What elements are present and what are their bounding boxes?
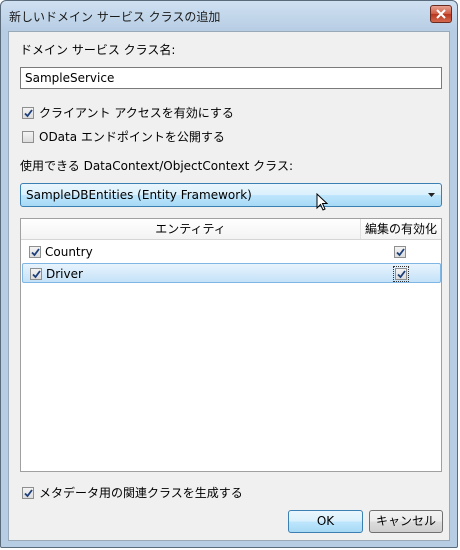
edit-column-header[interactable]: 編集の有効化 — [361, 219, 441, 239]
dialog-body: ドメイン サービス クラス名: SampleService クライアント アクセ… — [8, 31, 450, 541]
entity-list-header: エンティティ 編集の有効化 — [21, 219, 441, 240]
context-select[interactable]: SampleDBEntities (Entity Framework) — [20, 183, 442, 207]
window-title: 新しいドメイン サービス クラスの追加 — [9, 10, 221, 24]
metadata-option[interactable]: メタデータ用の関連クラスを生成する — [22, 484, 243, 500]
checkmark-icon — [396, 248, 405, 257]
checkmark-icon — [31, 248, 40, 257]
chevron-down-icon — [428, 193, 435, 197]
client-access-label: クライアント アクセスを有効にする — [39, 106, 234, 120]
entity-column-header[interactable]: エンティティ — [21, 219, 361, 239]
title-bar[interactable]: 新しいドメイン サービス クラスの追加 — [1, 1, 457, 31]
client-access-option[interactable]: クライアント アクセスを有効にする — [22, 104, 234, 120]
driver-edit-checkbox[interactable] — [393, 266, 409, 282]
ok-button[interactable]: OK — [288, 510, 363, 533]
entity-name: Country — [45, 245, 93, 259]
dialog-window: 新しいドメイン サービス クラスの追加 ドメイン サービス クラス名: Samp… — [0, 0, 458, 548]
metadata-label: メタデータ用の関連クラスを生成する — [39, 486, 243, 500]
country-include-checkbox[interactable] — [29, 246, 41, 258]
odata-option[interactable]: OData エンドポイントを公開する — [22, 128, 225, 144]
checkmark-icon — [24, 488, 33, 497]
class-name-input[interactable]: SampleService — [20, 67, 442, 89]
driver-include-checkbox[interactable] — [30, 268, 42, 280]
client-access-checkbox[interactable] — [22, 106, 34, 119]
mouse-cursor-icon — [316, 193, 329, 211]
cancel-button[interactable]: キャンセル — [369, 510, 443, 533]
checkmark-icon — [397, 270, 406, 279]
country-edit-checkbox[interactable] — [394, 246, 406, 258]
entity-list[interactable]: エンティティ 編集の有効化 Country Driver — [20, 218, 442, 472]
metadata-checkbox[interactable] — [22, 486, 34, 499]
checkmark-icon — [32, 270, 41, 279]
context-label: 使用できる DataContext/ObjectContext クラス: — [20, 159, 293, 173]
entity-name: Driver — [46, 267, 83, 281]
entity-row-driver[interactable]: Driver — [22, 263, 441, 283]
class-name-label: ドメイン サービス クラス名: — [20, 43, 176, 57]
context-selected-value: SampleDBEntities (Entity Framework) — [26, 188, 252, 202]
close-icon — [436, 9, 446, 19]
close-button[interactable] — [430, 5, 452, 23]
checkmark-icon — [24, 108, 33, 117]
odata-label: OData エンドポイントを公開する — [39, 130, 225, 144]
entity-row-country[interactable]: Country — [22, 242, 441, 262]
odata-checkbox[interactable] — [22, 130, 34, 143]
